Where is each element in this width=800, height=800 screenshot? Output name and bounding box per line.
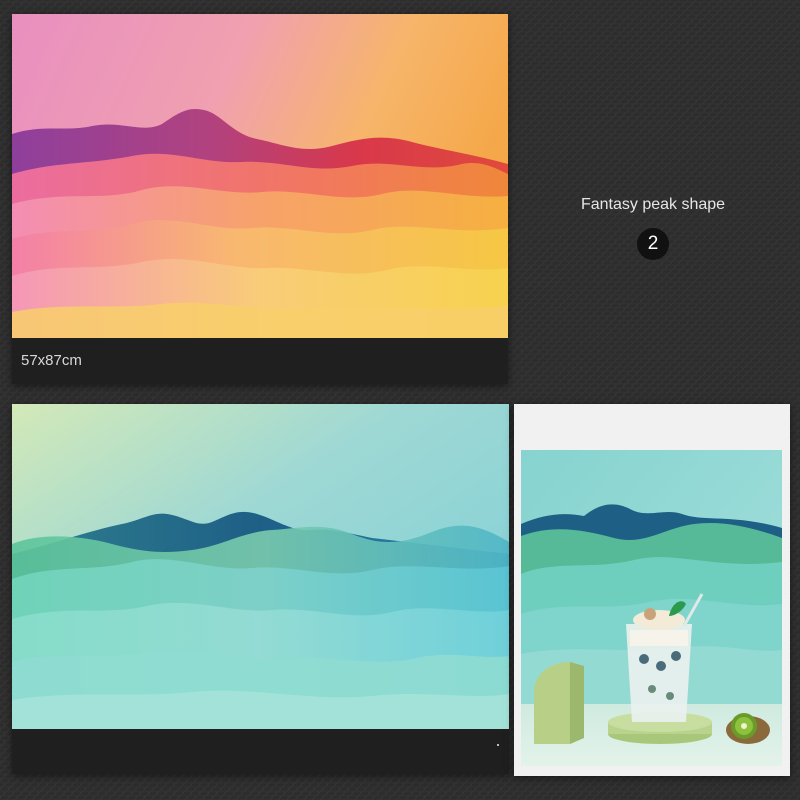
arch-prop-icon (534, 662, 584, 744)
scene-artwork (514, 404, 790, 776)
warm-mountain-artwork (12, 14, 508, 338)
size-label: 57x87cm (21, 352, 82, 369)
teal-mountain-artwork (12, 404, 509, 729)
style-caption: Fantasy peak shape (580, 196, 726, 213)
style-number-badge: 2 (637, 228, 669, 260)
decorative-dot (497, 744, 499, 746)
product-card-teal[interactable] (12, 404, 509, 774)
product-card-warm[interactable]: 57x87cm (12, 14, 508, 384)
product-scene-card[interactable] (514, 404, 790, 776)
